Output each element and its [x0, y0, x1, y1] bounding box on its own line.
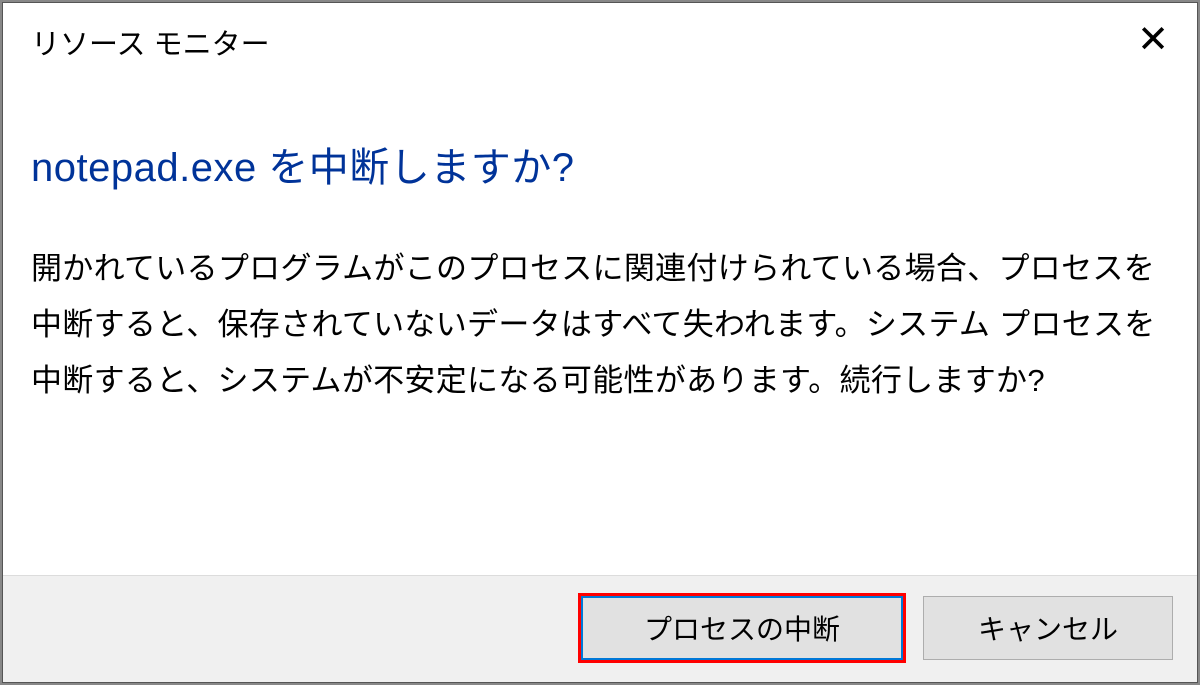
dialog-title: リソース モニター — [31, 21, 270, 63]
close-icon[interactable]: ✕ — [1129, 21, 1177, 59]
confirmation-dialog: リソース モニター ✕ notepad.exe を中断しますか? 開かれているプ… — [2, 2, 1198, 683]
dialog-body-text: 開かれているプログラムがこのプロセスに関連付けられている場合、プロセスを中断する… — [31, 241, 1169, 408]
cancel-button[interactable]: キャンセル — [923, 596, 1173, 660]
suspend-process-button[interactable]: プロセスの中断 — [581, 596, 903, 660]
dialog-heading: notepad.exe を中断しますか? — [31, 135, 1169, 193]
dialog-content: notepad.exe を中断しますか? 開かれているプログラムがこのプロセスに… — [3, 63, 1197, 575]
titlebar: リソース モニター ✕ — [3, 3, 1197, 63]
dialog-footer: プロセスの中断 キャンセル — [3, 575, 1197, 682]
